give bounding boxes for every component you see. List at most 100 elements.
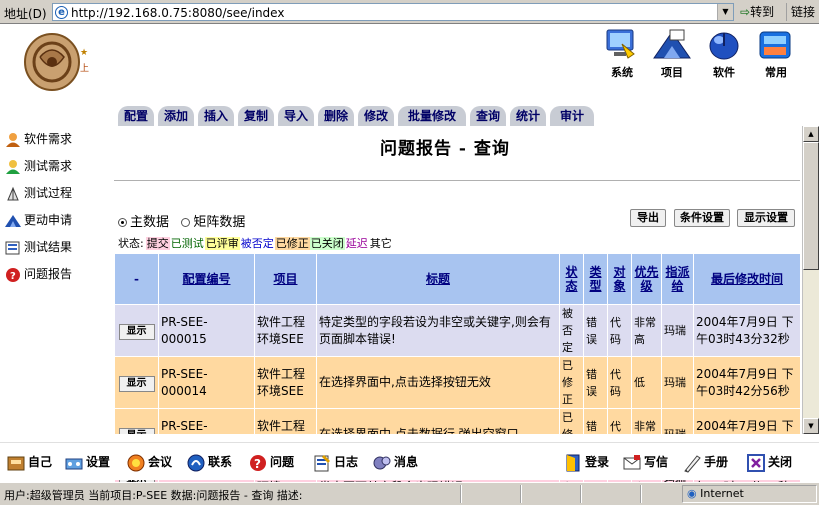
tab-add[interactable]: 添加 <box>158 106 194 126</box>
show-button[interactable]: 显示 <box>118 323 155 340</box>
radio-matrix-label: 矩阵数据 <box>193 215 246 230</box>
cell-id: PR-SEE-000014 <box>158 356 255 409</box>
status-legend-item: 已关闭 <box>309 237 345 250</box>
status-legend-item: 提交 <box>145 237 170 250</box>
sidebar-item-test-requirement[interactable]: 测试需求 <box>4 157 114 177</box>
go-button[interactable]: ⇨转到 <box>740 3 782 21</box>
settings-label: 设置 <box>86 455 111 469</box>
top-icon-bar: 系统 项目 软件 常用 <box>600 28 800 80</box>
project-icon <box>653 29 691 59</box>
radio-matrix-data[interactable]: 矩阵数据 <box>181 215 245 230</box>
settings-icon <box>65 458 83 469</box>
sidebar-item-change-request[interactable]: 更动申请 <box>4 211 114 231</box>
svg-text:?: ? <box>254 457 261 471</box>
go-arrow-icon: ⇨ <box>740 5 751 19</box>
tab-insert[interactable]: 插入 <box>198 106 234 126</box>
scroll-up-icon[interactable]: ▲ <box>803 126 819 142</box>
self-button[interactable]: 自己 <box>6 451 52 473</box>
manual-button[interactable]: 手册 <box>682 451 728 473</box>
software-button[interactable]: 软件 <box>702 28 746 80</box>
software-label: 软件 <box>713 66 735 79</box>
problem-button[interactable]: ? 问题 <box>248 451 294 473</box>
cell-id: PR-SEE-000015 <box>158 304 255 357</box>
url-input[interactable]: e http://192.168.0.75:8080/see/index ▼ <box>52 3 734 21</box>
chevron-down-icon[interactable]: ▼ <box>717 4 733 20</box>
condition-settings-button[interactable]: 条件设置 <box>674 209 730 227</box>
col-priority[interactable]: 优先级 <box>631 253 662 305</box>
tab-query[interactable]: 查询 <box>470 106 506 126</box>
log-label: 日志 <box>334 455 359 469</box>
tab-config[interactable]: 配置 <box>118 106 154 126</box>
tab-import[interactable]: 导入 <box>278 106 314 126</box>
cell-modified: 2004年7月9日 下午03时43分32秒 <box>693 304 801 357</box>
radio-main-data[interactable]: 主数据 <box>118 215 169 230</box>
close-button[interactable]: 关闭 <box>746 451 792 473</box>
sidebar-item-label: 测试结果 <box>24 240 73 254</box>
log-button[interactable]: 日志 <box>312 451 358 473</box>
col-title[interactable]: 标题 <box>316 253 560 305</box>
project-button[interactable]: 项目 <box>650 28 694 80</box>
vertical-scrollbar[interactable]: ▲ ▼ <box>802 126 819 434</box>
sidebar-item-label: 问题报告 <box>24 267 73 281</box>
status-legend-label: 状态: <box>118 237 144 250</box>
system-button[interactable]: 系统 <box>600 28 644 80</box>
display-settings-button[interactable]: 显示设置 <box>737 209 795 227</box>
title-divider <box>114 180 800 181</box>
col-status[interactable]: 状态 <box>559 253 584 305</box>
links-button[interactable]: 链接 <box>786 3 818 21</box>
write-letter-button[interactable]: 写信 <box>622 451 668 473</box>
problem-icon: ? <box>250 454 266 471</box>
sidebar-item-software-requirement[interactable]: 软件需求 <box>4 130 114 150</box>
common-icon <box>759 31 791 59</box>
go-label: 转到 <box>750 5 775 19</box>
cell-status: 已修正 <box>559 356 584 409</box>
meeting-button[interactable]: 会议 <box>126 451 172 473</box>
login-icon <box>566 454 580 471</box>
status-legend-item: 已测试 <box>169 237 205 250</box>
meeting-icon <box>127 454 145 471</box>
address-bar: 地址(D) e http://192.168.0.75:8080/see/ind… <box>0 0 819 24</box>
settings-button[interactable]: 设置 <box>64 451 110 473</box>
col-config-id[interactable]: 配置编号 <box>158 253 255 305</box>
show-cell: 显示 <box>114 304 159 357</box>
cell-project: 软件工程环境SEE <box>254 304 317 357</box>
tab-statistics[interactable]: 统计 <box>510 106 546 126</box>
col-assignee[interactable]: 指派给 <box>661 253 694 305</box>
sidebar-item-problem-report[interactable]: ? 问题报告 <box>4 265 114 285</box>
login-button[interactable]: 登录 <box>563 451 609 473</box>
sidebar-item-label: 测试过程 <box>24 186 73 200</box>
col-type[interactable]: 类型 <box>583 253 608 305</box>
sidebar-item-test-result[interactable]: 测试结果 <box>4 238 114 258</box>
project-label: 项目 <box>661 66 683 79</box>
status-legend-item: 已评审 <box>204 237 240 250</box>
col-object[interactable]: 对象 <box>607 253 632 305</box>
common-button[interactable]: 常用 <box>754 28 798 80</box>
url-text[interactable]: http://192.168.0.75:8080/see/index <box>71 6 284 20</box>
common-label: 常用 <box>765 66 787 79</box>
tab-audit[interactable]: 审计 <box>550 106 594 126</box>
message-button[interactable]: 消息 <box>372 451 418 473</box>
sidebar-item-test-process[interactable]: 测试过程 <box>4 184 114 204</box>
status-text: 用户:超级管理员 当前项目:P-SEE 数据:问题报告 - 查询 描述: <box>4 489 303 502</box>
tab-copy[interactable]: 复制 <box>238 106 274 126</box>
cell-title: 特定类型的字段若设为非空或关键字,则会有页面脚本错误! <box>316 304 560 357</box>
export-button[interactable]: 导出 <box>630 209 666 227</box>
contact-button[interactable]: 联系 <box>186 451 232 473</box>
tab-batch-modify[interactable]: 批量修改 <box>398 106 466 126</box>
log-icon <box>314 454 330 471</box>
show-button[interactable]: 显示 <box>118 375 155 392</box>
globe-icon: ◉ <box>687 487 697 500</box>
security-zone: ◉ Internet <box>682 485 817 503</box>
col-modified[interactable]: 最后修改时间 <box>693 253 801 305</box>
col-project[interactable]: 项目 <box>254 253 317 305</box>
contact-icon <box>187 454 205 471</box>
status-legend: 状态: 提交 已测试 已评审 被否定 已修正 已关闭 延迟 其它 <box>117 235 394 251</box>
tab-delete[interactable]: 删除 <box>318 106 354 126</box>
cell-assignee: 玛瑞 <box>661 356 694 409</box>
scroll-down-icon[interactable]: ▼ <box>803 418 819 434</box>
svg-text:?: ? <box>10 271 16 282</box>
page-title: 问题报告 - 查询 <box>380 139 510 159</box>
scroll-thumb[interactable] <box>803 142 819 270</box>
tab-modify[interactable]: 修改 <box>358 106 394 126</box>
meeting-label: 会议 <box>148 455 173 469</box>
